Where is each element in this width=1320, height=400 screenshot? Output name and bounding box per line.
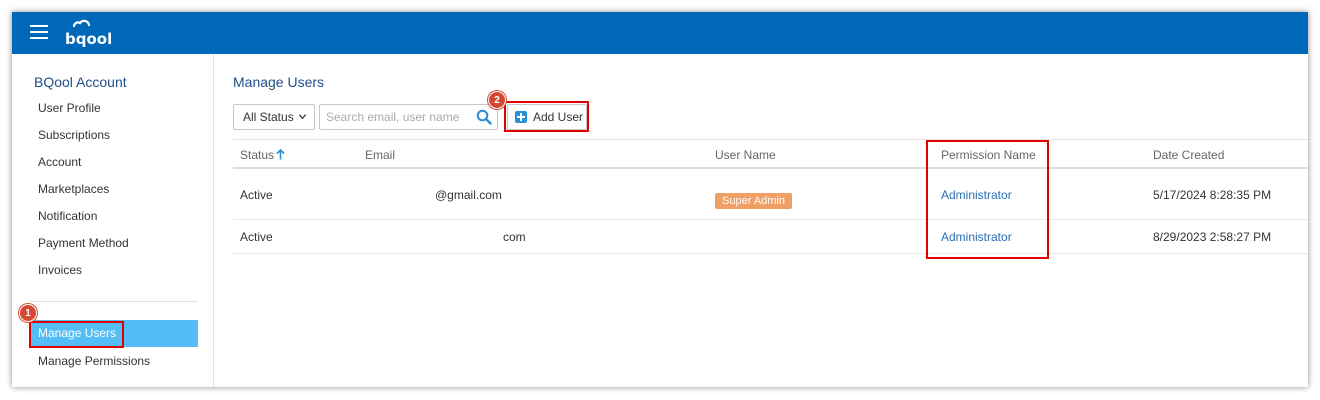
search-input[interactable]: [320, 105, 468, 129]
status-filter-select[interactable]: All Status: [233, 104, 315, 130]
sidebar: BQool Account User Profile Subscriptions…: [12, 54, 214, 387]
users-table: Status Email User Name Permission Name D…: [233, 139, 1308, 254]
chevron-down-icon: [298, 114, 307, 120]
step-badge-2: 2: [488, 91, 506, 109]
row-permission-link[interactable]: Administrator: [941, 230, 1012, 244]
sidebar-item-marketplaces[interactable]: Marketplaces: [38, 181, 129, 208]
search-box: [319, 104, 498, 130]
step-badge-1: 1: [19, 304, 37, 322]
row-email: com: [503, 230, 526, 244]
top-bar: bqool: [12, 12, 1308, 54]
sidebar-item-payment-method[interactable]: Payment Method: [38, 235, 129, 262]
main-content: Manage Users All Status Add User Status: [232, 54, 1308, 387]
sidebar-item-notification[interactable]: Notification: [38, 208, 129, 235]
status-filter-value: All Status: [243, 110, 294, 124]
super-admin-badge: Super Admin: [715, 193, 792, 209]
column-header-status[interactable]: Status: [240, 148, 285, 162]
row-date-created: 5/17/2024 8:28:35 PM: [1153, 188, 1272, 202]
column-header-email[interactable]: Email: [365, 148, 395, 162]
sidebar-item-subscriptions[interactable]: Subscriptions: [38, 127, 129, 154]
table-row[interactable]: Active @gmail.com Super Admin Administra…: [233, 169, 1308, 220]
sort-arrow-up-icon[interactable]: [276, 149, 285, 160]
sidebar-divider: [30, 301, 198, 302]
row-date-created: 8/29/2023 2:58:27 PM: [1153, 230, 1272, 244]
hamburger-menu-icon[interactable]: [30, 25, 48, 39]
column-header-permission-name[interactable]: Permission Name: [941, 148, 1036, 162]
page-title: Manage Users: [233, 74, 325, 90]
row-permission-link[interactable]: Administrator: [941, 188, 1012, 202]
sidebar-item-account[interactable]: Account: [38, 154, 129, 181]
sidebar-item-invoices[interactable]: Invoices: [38, 262, 129, 289]
sidebar-item-user-profile[interactable]: User Profile: [38, 100, 129, 127]
sidebar-menu: User Profile Subscriptions Account Marke…: [38, 100, 129, 289]
sidebar-title: BQool Account: [34, 74, 127, 90]
sidebar-item-manage-permissions[interactable]: Manage Permissions: [38, 354, 150, 368]
column-header-date-created[interactable]: Date Created: [1153, 148, 1224, 162]
table-row[interactable]: Active com Administrator 8/29/2023 2:58:…: [233, 220, 1308, 254]
app-window: bqool BQool Account User Profile Subscri…: [12, 12, 1308, 387]
row-email: @gmail.com: [435, 188, 502, 202]
add-user-label: Add User: [533, 110, 584, 124]
row-status: Active: [240, 230, 273, 244]
search-icon[interactable]: [476, 109, 492, 125]
table-header: Status Email User Name Permission Name D…: [233, 139, 1308, 169]
svg-text:bqool: bqool: [65, 30, 112, 48]
column-header-user-name[interactable]: User Name: [715, 148, 776, 162]
plus-icon: [515, 111, 527, 123]
bqool-logo: bqool: [65, 19, 112, 48]
add-user-button[interactable]: Add User: [507, 104, 587, 130]
row-status: Active: [240, 188, 273, 202]
sidebar-item-manage-users[interactable]: Manage Users: [30, 320, 198, 347]
